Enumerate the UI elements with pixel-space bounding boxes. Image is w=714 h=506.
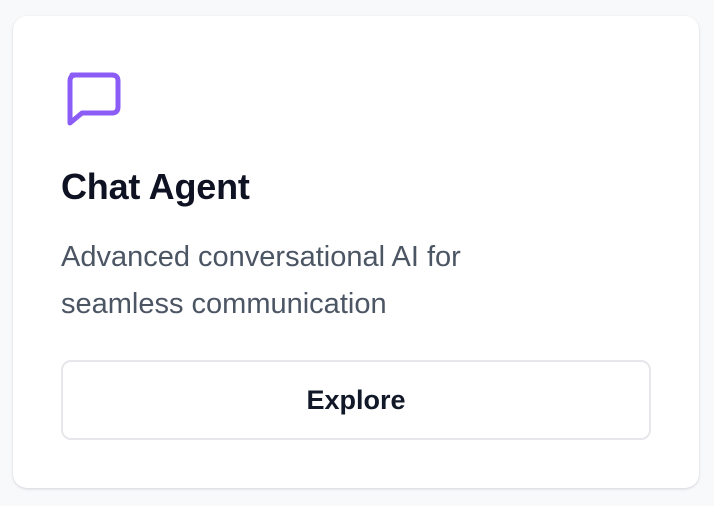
message-square-icon <box>65 68 123 126</box>
card-title: Chat Agent <box>61 166 250 207</box>
explore-button[interactable]: Explore <box>61 360 651 440</box>
agent-card: Chat Agent Advanced conversational AI fo… <box>13 16 699 488</box>
card-description: Advanced conversational AI for seamless … <box>61 241 461 320</box>
